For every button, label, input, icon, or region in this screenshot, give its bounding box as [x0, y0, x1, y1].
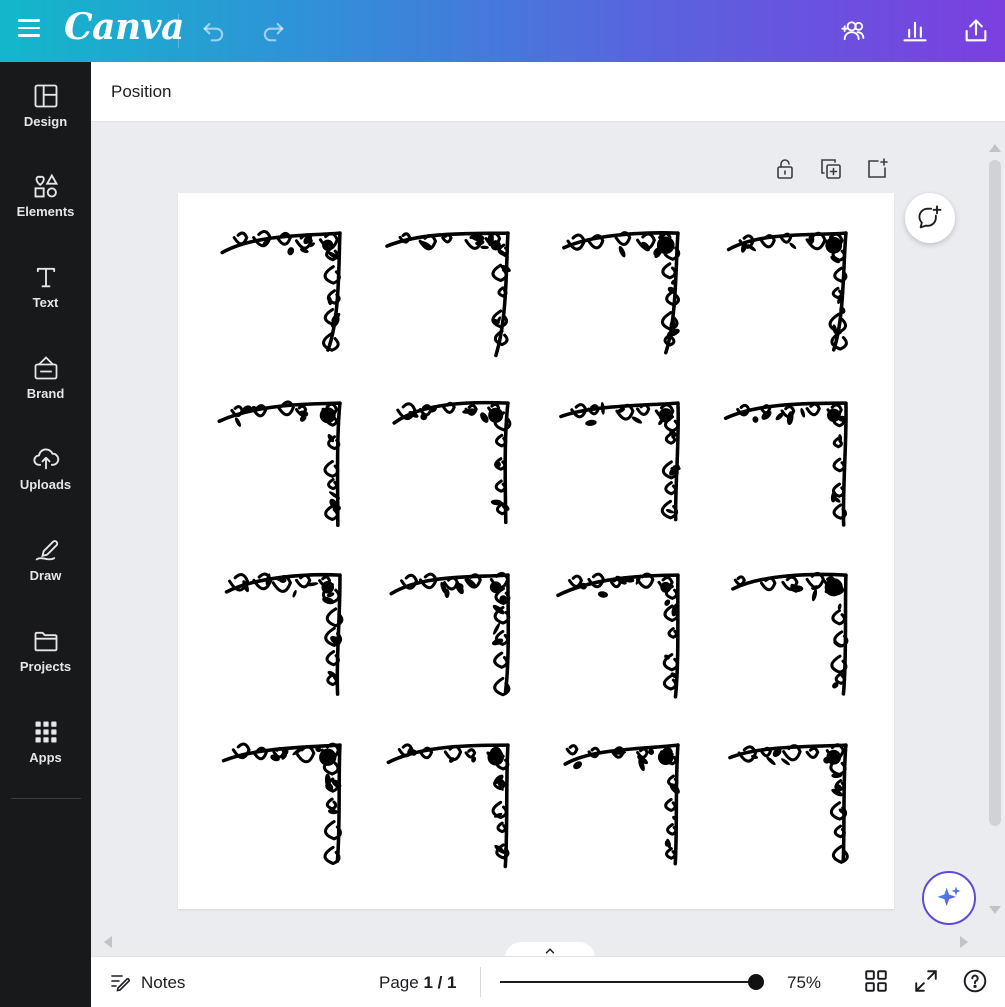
text-icon — [36, 267, 55, 288]
notes-icon — [111, 975, 130, 992]
floral-corner-3[interactable] — [552, 227, 684, 359]
add-comment-button[interactable] — [905, 193, 955, 243]
page-indicator[interactable]: Page 1 / 1 — [379, 973, 457, 993]
insights-icon[interactable] — [899, 15, 931, 47]
menu-icon[interactable] — [18, 19, 40, 41]
sparkle-icon — [937, 886, 961, 907]
sidebar-item-brand[interactable]: Brand — [0, 354, 91, 434]
scroll-up-arrow[interactable] — [989, 144, 1001, 152]
sidebar-item-label: Draw — [29, 568, 62, 583]
design-page[interactable] — [178, 193, 894, 909]
sidebar-divider — [11, 798, 81, 799]
position-button[interactable]: Position — [111, 82, 171, 102]
unlock-icon[interactable] — [773, 157, 801, 185]
floral-corner-11[interactable] — [552, 569, 684, 701]
scroll-down-arrow[interactable] — [989, 906, 1001, 914]
sidebar-item-label: Design — [23, 114, 68, 129]
floral-corner-16[interactable] — [720, 739, 852, 871]
floral-corner-10[interactable] — [382, 569, 514, 701]
sidebar-item-label: Uploads — [19, 477, 72, 492]
floral-corner-7[interactable] — [552, 397, 684, 529]
zoom-slider-fill — [500, 981, 756, 983]
sidebar-item-label: Brand — [26, 386, 65, 401]
uploads-icon — [32, 448, 59, 470]
bottom-bar: Notes Page 1 / 1 75% — [91, 956, 1005, 1007]
draw-icon — [35, 540, 58, 561]
redo-icon[interactable] — [257, 15, 289, 47]
floral-corner-12[interactable] — [720, 569, 852, 701]
fullscreen-icon[interactable] — [913, 968, 941, 996]
bottombar-divider — [480, 967, 481, 997]
comment-plus-icon — [918, 205, 942, 229]
vertical-scrollbar[interactable] — [989, 160, 1001, 826]
floral-corner-5[interactable] — [214, 397, 346, 529]
floral-corner-14[interactable] — [382, 739, 514, 871]
floral-corner-8[interactable] — [720, 397, 852, 529]
projects-icon — [34, 631, 57, 652]
floral-corner-1[interactable] — [214, 227, 346, 359]
floral-corner-15[interactable] — [552, 739, 684, 871]
context-toolbar: Position — [91, 62, 1005, 122]
topbar-divider — [178, 14, 179, 48]
sidebar-item-label: Elements — [16, 204, 75, 219]
sidebar-item-projects[interactable]: Projects — [0, 627, 91, 707]
upload-share-icon[interactable] — [960, 15, 992, 47]
zoom-level[interactable]: 75% — [787, 973, 821, 993]
apps-icon — [35, 721, 56, 743]
magic-assistant-button[interactable] — [922, 871, 976, 925]
left-sidebar: Design Elements Text Brand Uploads Draw — [0, 62, 91, 1007]
notes-label: Notes — [141, 973, 186, 992]
floral-corner-2[interactable] — [382, 227, 514, 359]
page-prefix: Page — [379, 973, 424, 992]
sidebar-item-text[interactable]: Text — [0, 263, 91, 343]
zoom-slider[interactable] — [500, 974, 764, 990]
scroll-right-arrow[interactable] — [960, 936, 968, 948]
zoom-slider-thumb[interactable] — [748, 974, 764, 990]
page-count: 1 / 1 — [423, 973, 457, 992]
duplicate-page-icon[interactable] — [819, 157, 847, 185]
floral-corner-13[interactable] — [214, 739, 346, 871]
brand-icon — [34, 356, 57, 380]
floral-corner-4[interactable] — [720, 227, 852, 359]
help-icon[interactable] — [962, 968, 990, 996]
canva-logo[interactable]: Canva — [64, 6, 184, 48]
sidebar-item-design[interactable]: Design — [0, 82, 91, 162]
sidebar-item-label: Apps — [29, 750, 62, 765]
sidebar-item-uploads[interactable]: Uploads — [0, 445, 91, 525]
design-icon — [34, 84, 57, 108]
share-people-icon[interactable] — [838, 15, 870, 47]
floral-corner-9[interactable] — [214, 569, 346, 701]
scroll-left-arrow[interactable] — [104, 936, 112, 948]
sidebar-item-apps[interactable]: Apps — [0, 718, 91, 798]
sidebar-item-draw[interactable]: Draw — [0, 536, 91, 616]
floral-corner-6[interactable] — [382, 397, 514, 529]
grid-view-icon[interactable] — [863, 968, 891, 996]
elements-icon — [34, 173, 58, 198]
sidebar-item-label: Text — [32, 295, 59, 310]
sidebar-item-label: Projects — [19, 659, 72, 674]
top-bar: Canva — [0, 0, 1005, 62]
add-page-icon[interactable] — [865, 157, 893, 185]
notes-button[interactable]: Notes — [109, 971, 185, 995]
sidebar-item-elements[interactable]: Elements — [0, 172, 91, 252]
undo-icon[interactable] — [198, 15, 230, 47]
